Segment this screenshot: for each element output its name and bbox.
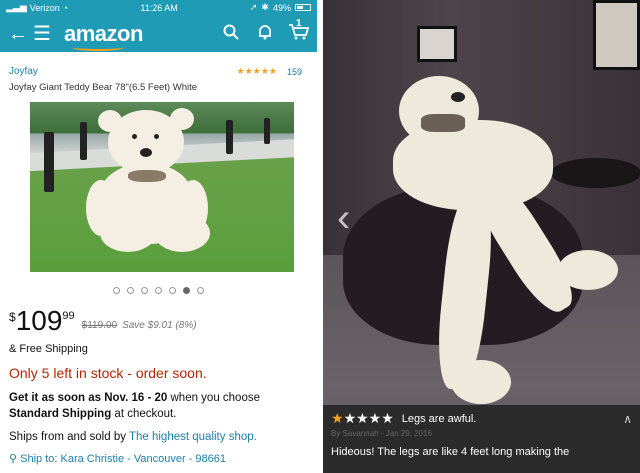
product-detail: Joyfay ★★★★★ 159 Joyfay Giant Teddy Bear… [0,52,317,465]
clock: 11:26 AM [140,2,178,13]
price: $ 109 99 $119.00 Save $9.01 (8%) [9,307,308,335]
seller-link[interactable]: The highest quality shop. [129,431,257,443]
bluetooth-icon: ✱ [261,2,269,12]
review-photo-screen: ‹ ★★★★★ Legs are awful. ∧ By Savannah - … [323,0,640,473]
signal-icon: ▂▃▅ [6,2,27,12]
free-shipping-text: & Free Shipping [9,343,88,355]
review-text: Hideous! The legs are like 4 feet long m… [331,446,570,458]
ship-to-location[interactable]: ⚲ Ship to: Kara Christie - Vancouver - 9… [9,452,308,465]
review-overlay: ★★★★★ Legs are awful. ∧ By Savannah - Ja… [323,405,640,473]
price-currency: $ [9,310,16,324]
carousel-dot[interactable] [197,287,204,294]
back-arrow-icon[interactable]: ← [6,24,30,44]
previous-image-arrow[interactable]: ‹ [337,198,350,238]
notification-bell-icon[interactable] [253,24,277,44]
amazon-product-screen: ▂▃▅ Verizon ◔ 11:26 AM ➚ ✱ 49% ← ☰ amazo… [0,0,317,473]
carousel-dot[interactable] [183,287,190,294]
cart-icon[interactable]: 1 [287,18,311,45]
product-image[interactable] [30,102,294,272]
search-icon[interactable] [219,24,243,44]
review-title: Legs are awful. [401,412,477,425]
price-cents: 99 [62,310,75,322]
carousel-dot[interactable] [141,287,148,294]
delivery-estimate: Get it as soon as Nov. 16 - 20 when you … [9,392,260,420]
wifi-icon: ◔ [62,2,69,13]
price-whole: 109 [15,305,63,336]
rating-count-link[interactable]: 159 [287,67,302,77]
side-table [551,158,640,188]
carousel-dot[interactable] [127,287,134,294]
status-bar: ▂▃▅ Verizon ◔ 11:26 AM ➚ ✱ 49% [0,0,317,15]
rating-stars[interactable]: ★★★★★ [237,66,277,77]
wall-picture [417,26,457,62]
carrier-label: Verizon [29,2,60,13]
review-byline: By Savannah - Jan 29, 2016 [331,429,432,438]
location-pin-icon: ⚲ [9,453,18,466]
expand-chevron-icon[interactable]: ∧ [623,412,632,426]
carousel-dot[interactable] [155,287,162,294]
stock-warning: Only 5 left in stock - order soon. [9,365,207,381]
wall-picture [593,0,640,70]
product-title: Joyfay Giant Teddy Bear 78"(6.5 Feet) Wh… [9,82,198,93]
carousel-dot[interactable] [113,287,120,294]
comparison-image: ▂▃▅ Verizon ◔ 11:26 AM ➚ ✱ 49% ← ☰ amazo… [0,0,640,473]
amazon-logo[interactable]: amazon [64,21,143,51]
carousel-dot[interactable] [169,287,176,294]
seller-info: Ships from and sold by The highest quali… [9,431,257,444]
list-price: $119.00 [81,320,118,331]
amazon-nav-bar: ← ☰ amazon 1 [0,15,317,52]
savings-text: Save $9.01 (8%) [122,320,197,331]
hamburger-menu-icon[interactable]: ☰ [30,24,54,44]
cart-count-badge: 1 [296,17,302,29]
battery-percent: 49% [272,2,291,13]
location-icon: ➚ [249,2,258,12]
battery-icon [294,4,311,11]
image-carousel-dots[interactable] [9,287,308,294]
review-stars: ★★★★★ [331,410,394,426]
brand-link[interactable]: Joyfay [9,66,38,77]
